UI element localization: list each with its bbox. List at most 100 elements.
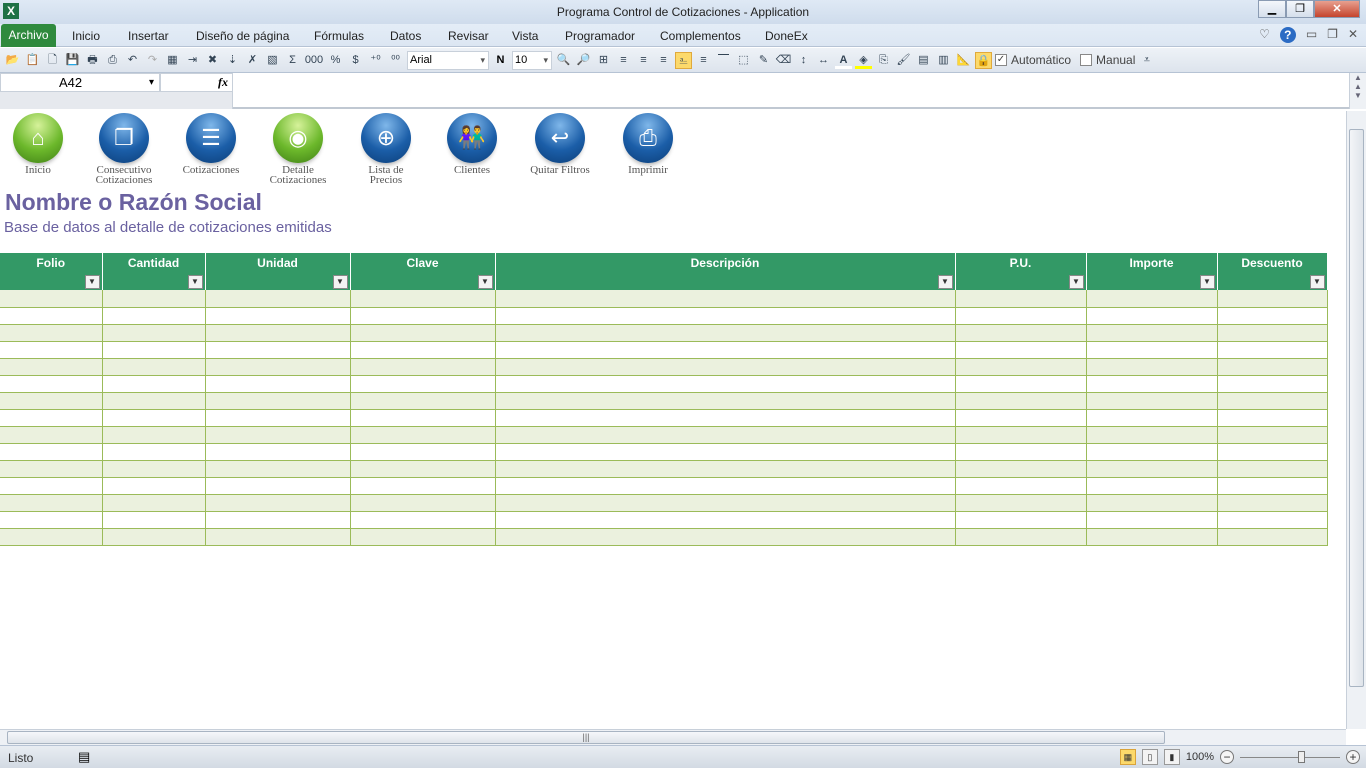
table-cell[interactable] bbox=[955, 460, 1087, 478]
worksheet[interactable]: ⌂ Inicio ❐ Consecutivo Cotizaciones ☰ Cotizac… bbox=[0, 111, 1346, 729]
thousands-button[interactable]: 000 bbox=[304, 52, 324, 69]
line-color-icon[interactable]: ✎ bbox=[755, 52, 772, 69]
sum-icon[interactable]: Σ bbox=[284, 52, 301, 69]
font-select[interactable]: Arial bbox=[407, 50, 489, 70]
macro-record-icon[interactable]: ▤ bbox=[78, 749, 90, 765]
table-cell[interactable] bbox=[955, 409, 1087, 427]
auto-calc-checkbox[interactable]: ✓ Automático bbox=[995, 53, 1071, 67]
table-cell[interactable] bbox=[1086, 443, 1218, 461]
customize-toolbar-icon[interactable]: ⩡ bbox=[1138, 52, 1155, 69]
lock-icon[interactable]: 🔒 bbox=[975, 51, 992, 69]
table-cell[interactable] bbox=[0, 375, 103, 393]
table-cell[interactable] bbox=[102, 528, 206, 546]
table-cell[interactable] bbox=[205, 375, 351, 393]
merge-icon[interactable]: ⊞ bbox=[595, 52, 612, 69]
table-cell[interactable] bbox=[102, 494, 206, 512]
align-right-icon[interactable]: ≡ bbox=[655, 52, 672, 69]
align-top-icon[interactable]: ⎺ bbox=[715, 52, 732, 69]
name-box[interactable]: A42 bbox=[0, 73, 160, 92]
table-cell[interactable] bbox=[350, 307, 496, 325]
table-cell[interactable] bbox=[1217, 477, 1328, 495]
restore-workbook-icon[interactable]: ❐ bbox=[1327, 27, 1338, 43]
table-cell[interactable] bbox=[1086, 426, 1218, 444]
table-cell[interactable] bbox=[1086, 477, 1218, 495]
table-cell[interactable] bbox=[1086, 409, 1218, 427]
normal-view-icon[interactable]: ▦ bbox=[1119, 749, 1136, 765]
table-cell[interactable] bbox=[955, 307, 1087, 325]
table-cell[interactable] bbox=[955, 375, 1087, 393]
table-cell[interactable] bbox=[205, 426, 351, 444]
currency-button[interactable]: $ bbox=[347, 52, 364, 69]
table-cell[interactable] bbox=[102, 511, 206, 529]
table-cell[interactable] bbox=[0, 392, 103, 410]
nav-button-quitar-filtros[interactable]: ↩ Quitar Filtros bbox=[522, 113, 598, 176]
nav-button-consecutivo-cotizaciones[interactable]: ❐ Consecutivo Cotizaciones bbox=[86, 113, 162, 186]
table-cell[interactable] bbox=[1217, 341, 1328, 359]
table-cell[interactable] bbox=[495, 426, 956, 444]
table-cell[interactable] bbox=[955, 511, 1087, 529]
nav-button-imprimir[interactable]: ⎙ Imprimir bbox=[610, 113, 686, 176]
table-cell[interactable] bbox=[495, 477, 956, 495]
table-cell[interactable] bbox=[955, 341, 1087, 359]
table-cell[interactable] bbox=[205, 443, 351, 461]
table-cell[interactable] bbox=[102, 409, 206, 427]
table-cell[interactable] bbox=[102, 426, 206, 444]
table-cell[interactable] bbox=[0, 528, 103, 546]
bold-button[interactable]: N bbox=[492, 52, 509, 69]
table-cell[interactable] bbox=[205, 528, 351, 546]
zoom-slider[interactable] bbox=[1240, 750, 1340, 763]
table-cell[interactable] bbox=[1086, 375, 1218, 393]
open-icon[interactable]: 📂 bbox=[4, 52, 21, 69]
table-cell[interactable] bbox=[1086, 392, 1218, 410]
table-cell[interactable] bbox=[205, 460, 351, 478]
table-cell[interactable] bbox=[102, 290, 206, 308]
zoom-page-icon[interactable]: 🔍 bbox=[555, 52, 572, 69]
table-cell[interactable] bbox=[205, 341, 351, 359]
copy-icon[interactable]: ⎘ bbox=[875, 52, 892, 69]
minimize-button[interactable]: ▁ bbox=[1258, 0, 1286, 18]
manual-calc-checkbox[interactable]: Manual bbox=[1080, 53, 1135, 67]
percent-button[interactable]: % bbox=[327, 52, 344, 69]
vertical-scrollbar[interactable] bbox=[1346, 111, 1366, 729]
horizontal-scrollbar[interactable]: ||| bbox=[0, 729, 1346, 745]
table-cell[interactable] bbox=[495, 392, 956, 410]
row-height-icon[interactable]: ↕ bbox=[795, 52, 812, 69]
table-cell[interactable] bbox=[350, 409, 496, 427]
table-cell[interactable] bbox=[102, 477, 206, 495]
font-color-icon[interactable]: A bbox=[835, 52, 852, 69]
borders-icon[interactable]: ⬚ bbox=[735, 52, 752, 69]
table-cell[interactable] bbox=[495, 494, 956, 512]
filter-dropdown-icon[interactable]: ▼ bbox=[1309, 275, 1325, 289]
nav-button-clientes[interactable]: 👫 Clientes bbox=[434, 113, 510, 176]
tab-datos[interactable]: Datos bbox=[390, 29, 421, 43]
horizontal-scroll-thumb[interactable]: ||| bbox=[7, 731, 1165, 744]
table-cell[interactable] bbox=[1217, 358, 1328, 376]
table-cell[interactable] bbox=[1086, 460, 1218, 478]
table-cell[interactable] bbox=[0, 290, 103, 308]
table-cell[interactable] bbox=[495, 528, 956, 546]
table-cell[interactable] bbox=[955, 392, 1087, 410]
close-button[interactable]: ✕ bbox=[1314, 0, 1360, 18]
zoom-out-button[interactable]: − bbox=[1220, 750, 1234, 764]
table-cell[interactable] bbox=[495, 409, 956, 427]
minimize-workbook-icon[interactable]: ▭ bbox=[1306, 27, 1317, 43]
table-cell[interactable] bbox=[0, 477, 103, 495]
increase-decimal-icon[interactable]: ⁺⁰ bbox=[367, 52, 384, 69]
restore-button[interactable]: ❐ bbox=[1286, 0, 1314, 18]
table-cell[interactable] bbox=[0, 409, 103, 427]
tab-revisar[interactable]: Revisar bbox=[448, 29, 489, 43]
table-cell[interactable] bbox=[495, 460, 956, 478]
table-cell[interactable] bbox=[955, 324, 1087, 342]
table-cell[interactable] bbox=[205, 324, 351, 342]
zoom-level[interactable]: 100% bbox=[1186, 751, 1214, 763]
table-cell[interactable] bbox=[0, 426, 103, 444]
filter-dropdown-icon[interactable]: ▼ bbox=[332, 275, 348, 289]
table-cell[interactable] bbox=[350, 528, 496, 546]
delete-row-icon[interactable]: ✖ bbox=[204, 52, 221, 69]
format-painter-icon[interactable]: 🖌 bbox=[895, 52, 912, 69]
page-break-icon[interactable]: ▮ bbox=[1163, 749, 1180, 765]
fx-icon[interactable]: fx bbox=[218, 75, 228, 90]
filter-dropdown-icon[interactable]: ▼ bbox=[187, 275, 203, 289]
table-cell[interactable] bbox=[1217, 528, 1328, 546]
tab-insertar[interactable]: Insertar bbox=[128, 29, 169, 43]
